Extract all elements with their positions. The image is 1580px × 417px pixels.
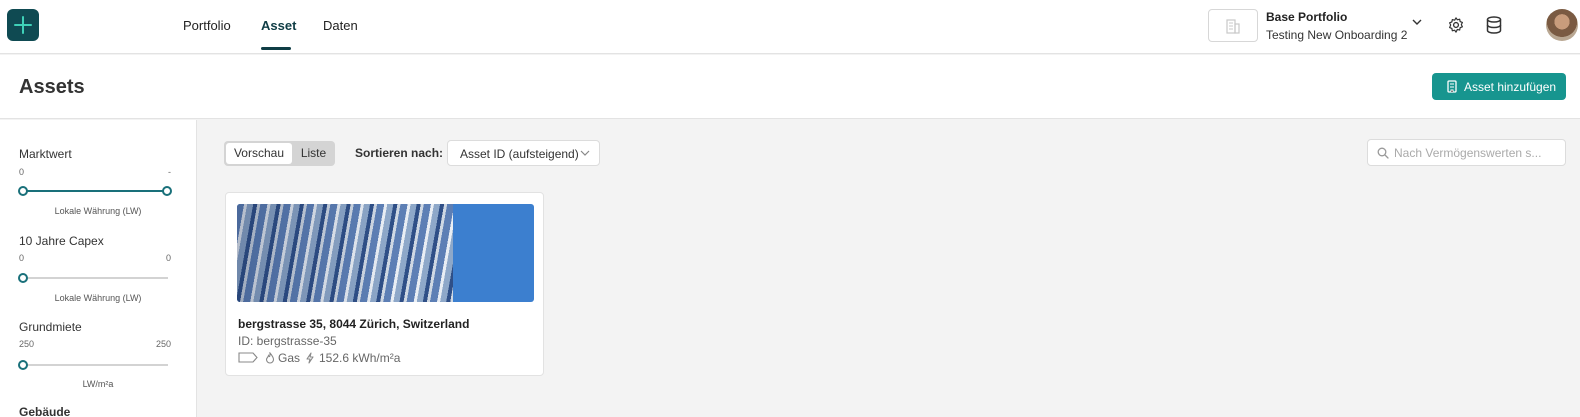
flame-icon bbox=[265, 352, 275, 364]
filter-title-grundmiete: Grundmiete bbox=[19, 320, 82, 334]
page-header: Assets Asset hinzufügen bbox=[0, 55, 1580, 119]
asset-id: ID: bergstrasse-35 bbox=[238, 334, 337, 348]
search-input[interactable] bbox=[1394, 144, 1562, 162]
filter-title-marktwert: Marktwert bbox=[19, 147, 72, 161]
portfolio-image-placeholder[interactable] bbox=[1208, 9, 1258, 42]
search-box bbox=[1367, 139, 1566, 166]
range-min-value: 0 bbox=[19, 167, 25, 177]
tab-portfolio[interactable]: Portfolio bbox=[183, 18, 231, 33]
portfolio-name[interactable]: Base Portfolio bbox=[1266, 10, 1347, 24]
gear-icon[interactable] bbox=[1447, 16, 1465, 34]
range-max-value: 250 bbox=[155, 339, 171, 349]
building-icon bbox=[1226, 19, 1240, 34]
chevron-down-icon[interactable] bbox=[1412, 18, 1422, 26]
range-min-value: 250 bbox=[19, 339, 35, 349]
tab-asset[interactable]: Asset bbox=[261, 18, 296, 33]
slider-track[interactable] bbox=[24, 190, 168, 192]
search-icon bbox=[1377, 147, 1389, 159]
filter-title-gebaeude: Gebäude bbox=[19, 405, 71, 417]
chevron-down-icon bbox=[580, 150, 590, 156]
asset-card[interactable]: bergstrasse 35, 8044 Zürich, Switzerland… bbox=[225, 192, 544, 376]
add-asset-button[interactable]: Asset hinzufügen bbox=[1432, 73, 1566, 100]
page-title: Assets bbox=[19, 76, 85, 98]
range-max-value: - bbox=[168, 167, 171, 177]
active-tab-indicator bbox=[261, 47, 291, 50]
sort-select[interactable]: Asset ID (aufsteigend) bbox=[447, 140, 600, 166]
asset-heating-type: Gas bbox=[278, 351, 301, 365]
slider-handle-min[interactable] bbox=[18, 360, 28, 370]
lightning-icon bbox=[306, 352, 314, 364]
sort-label: Sortieren nach: bbox=[355, 146, 444, 160]
tag-icon bbox=[238, 352, 258, 363]
range-min-value: 0 bbox=[19, 253, 25, 263]
unit-label: Lokale Währung (LW) bbox=[54, 293, 142, 303]
database-icon[interactable] bbox=[1486, 16, 1502, 34]
view-option-vorschau[interactable]: Vorschau bbox=[226, 143, 292, 164]
top-nav-bar: Portfolio Asset Daten Base Portfolio Tes… bbox=[0, 0, 1580, 54]
view-toggle: Vorschau Liste bbox=[224, 141, 335, 166]
range-max-value: 0 bbox=[165, 253, 171, 263]
tab-daten[interactable]: Daten bbox=[323, 18, 358, 33]
building-icon bbox=[1447, 80, 1457, 93]
unit-label: Lokale Währung (LW) bbox=[54, 206, 142, 216]
unit-label: LW/m²a bbox=[82, 379, 114, 389]
slider-track[interactable] bbox=[24, 277, 168, 279]
sort-select-value: Asset ID (aufsteigend) bbox=[460, 147, 579, 161]
view-option-liste[interactable]: Liste bbox=[294, 143, 333, 164]
asset-image bbox=[237, 204, 534, 302]
portfolio-subtitle[interactable]: Testing New Onboarding 2 bbox=[1266, 28, 1407, 42]
slider-handle-max[interactable] bbox=[162, 186, 172, 196]
logo-plus-icon[interactable] bbox=[7, 9, 39, 41]
asset-energy-value: 152.6 kWh/m²a bbox=[319, 351, 401, 365]
filter-sidebar: Marktwert 0 - Lokale Währung (LW) 10 Jah… bbox=[0, 120, 197, 417]
slider-handle-min[interactable] bbox=[18, 186, 28, 196]
slider-handle-min[interactable] bbox=[18, 273, 28, 283]
add-asset-label: Asset hinzufügen bbox=[1464, 80, 1557, 94]
avatar[interactable] bbox=[1546, 9, 1578, 41]
filter-title-capex: 10 Jahre Capex bbox=[19, 234, 104, 248]
slider-track[interactable] bbox=[24, 364, 168, 366]
asset-title: bergstrasse 35, 8044 Zürich, Switzerland bbox=[238, 317, 470, 331]
